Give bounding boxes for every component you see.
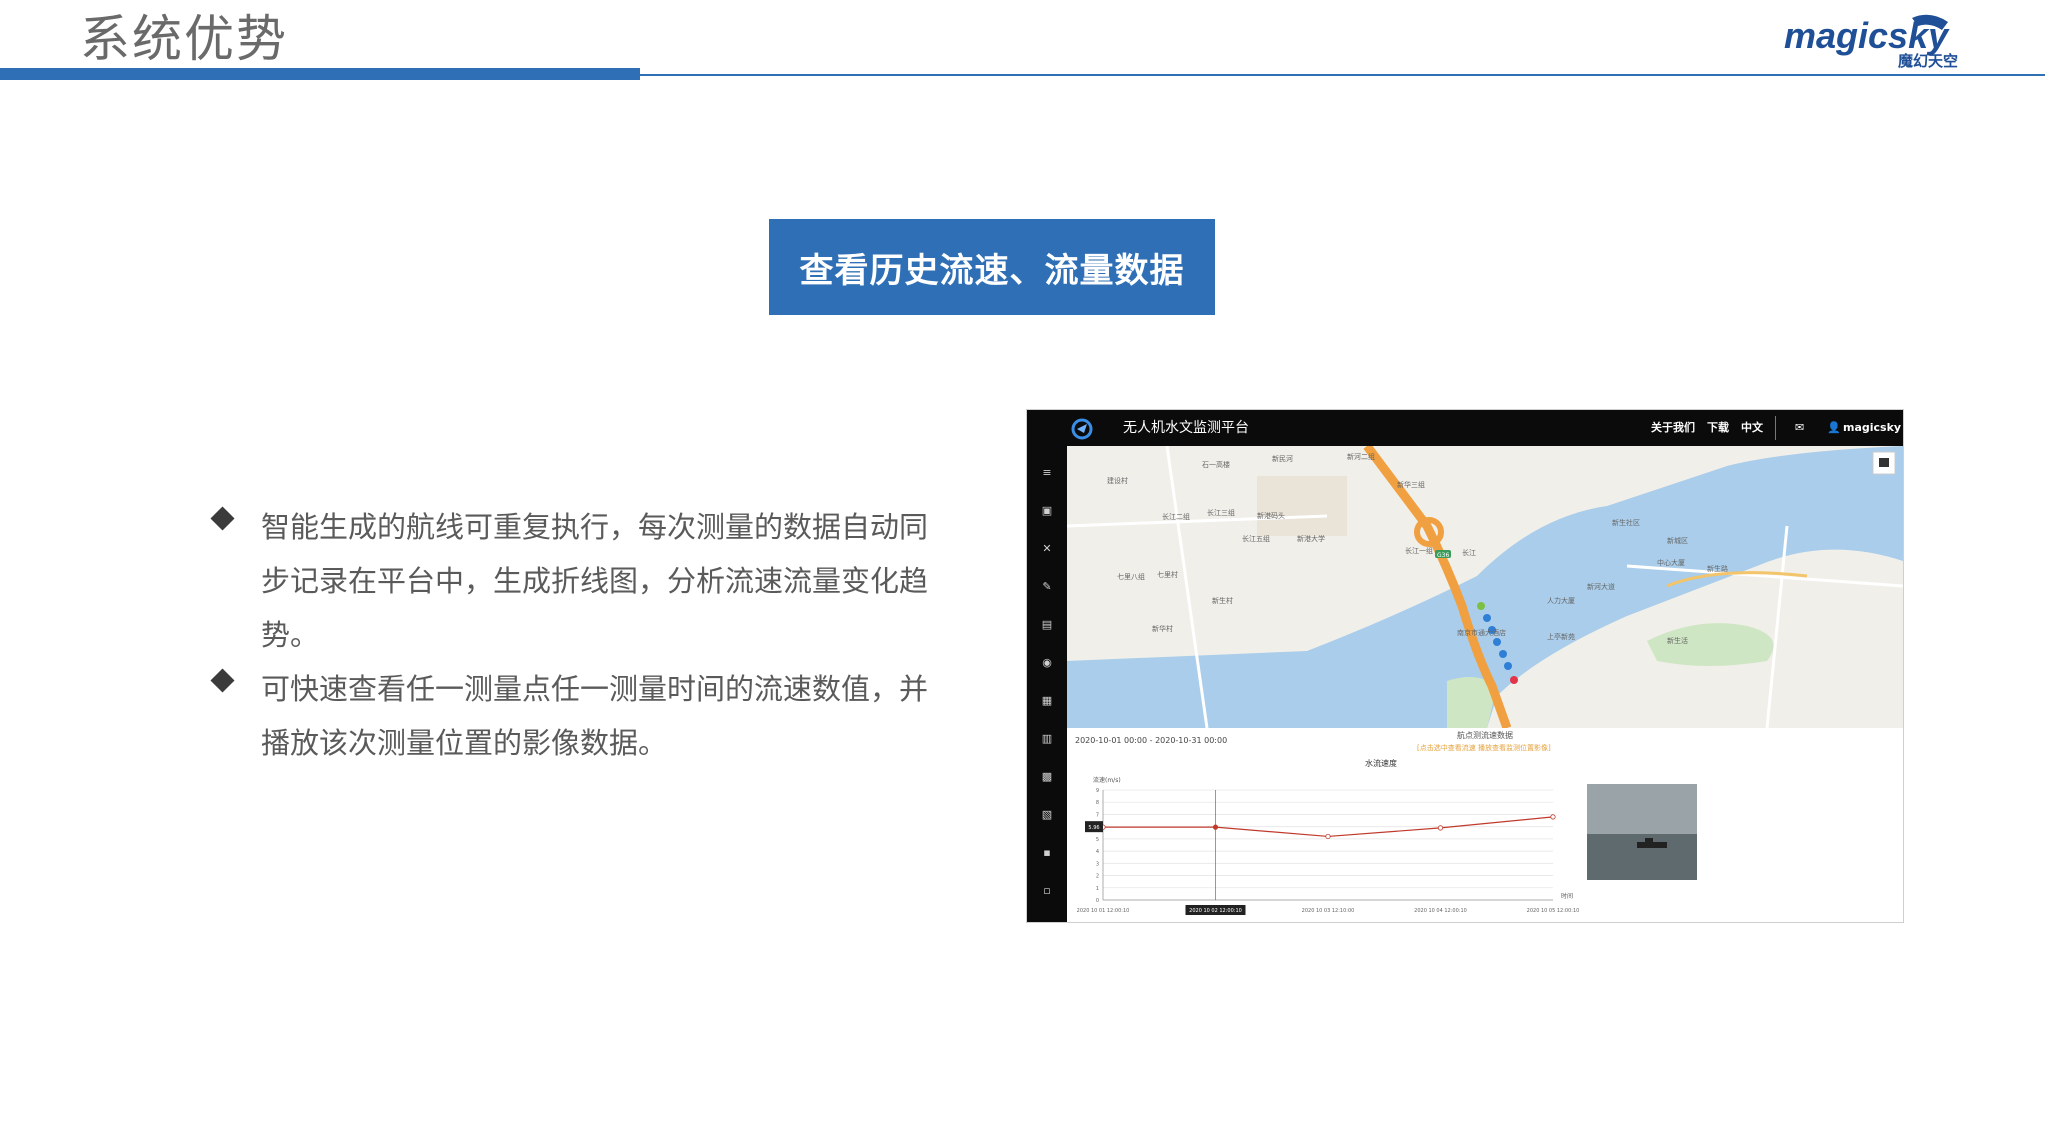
app-logo-icon[interactable] <box>1071 418 1093 440</box>
map-place-label: 新河大道 <box>1587 583 1615 591</box>
route-icon[interactable]: ✎ <box>1039 580 1055 594</box>
y-tick-label: 2 <box>1096 874 1099 880</box>
diamond-bullet-icon <box>210 668 235 693</box>
y-tick-label: 9 <box>1096 788 1099 794</box>
inbox-icon[interactable]: ▫ <box>1039 884 1055 898</box>
user-icon[interactable]: 👤 <box>1827 420 1841 436</box>
bullet-item: 可快速查看任一测量点任一测量时间的流速数值，并播放该次测量位置的影像数据。 <box>210 662 954 770</box>
image-icon[interactable]: ▩ <box>1039 770 1055 784</box>
date-range-picker[interactable]: 2020-10-01 00:00 - 2020-10-31 00:00 <box>1075 736 1227 745</box>
flow-speed-chart[interactable]: 流速(m/s)0123456789时间2020 10 01 12:00:1020… <box>1067 766 1587 918</box>
app-sidebar: ≡ ▣ ✕ ✎ ▤ ◉ ▦ ▥ ▩ ▧ ▪ ▫ <box>1027 446 1067 922</box>
nav-download-link[interactable]: 下载 <box>1707 420 1729 436</box>
diamond-bullet-icon <box>210 506 235 531</box>
map-place-label: 新华三组 <box>1397 481 1425 489</box>
feature-title-box: 查看历史流速、流量数据 <box>769 219 1215 315</box>
y-tick-label: 8 <box>1096 800 1099 806</box>
map-place-label: 建设村 <box>1107 477 1128 485</box>
data-point <box>1212 824 1219 830</box>
camera-icon[interactable]: ▣ <box>1039 504 1055 518</box>
app-title: 无人机水文监测平台 <box>1123 420 1249 436</box>
map-place-label: 石一高楼 <box>1202 461 1230 469</box>
y-tick-label: 3 <box>1096 861 1099 867</box>
y-tick-label: 4 <box>1096 849 1099 855</box>
nav-about-link[interactable]: 关于我们 <box>1651 420 1695 436</box>
x-tick-label: 2020 10 03 12:10:00 <box>1302 908 1355 914</box>
map-place-label: 新生路 <box>1707 565 1728 573</box>
map-canvas: G36 <box>1067 446 1903 728</box>
x-tick-label: 2020 10 01 12:00:10 <box>1077 908 1130 914</box>
header-divider <box>640 74 2045 76</box>
map-place-label: 南京市通大酒店 <box>1457 629 1506 637</box>
y-axis-label: 流速(m/s) <box>1093 776 1121 784</box>
map-place-label: 长江二组 <box>1162 513 1190 521</box>
map-place-label: 新港码头 <box>1257 512 1285 520</box>
map-place-label: 新生村 <box>1212 597 1233 605</box>
map-place-label: 七里八组 <box>1117 573 1145 581</box>
clipboard-icon[interactable]: ▦ <box>1039 694 1055 708</box>
map-place-label: 长江五组 <box>1242 535 1270 543</box>
road-label: G36 <box>1437 552 1449 559</box>
map-place-label: 长江一组 <box>1405 547 1433 555</box>
map-place-label: 长江三组 <box>1207 509 1235 517</box>
y-tick-label: 1 <box>1096 886 1099 892</box>
data-point <box>1550 814 1556 820</box>
map-place-label: 人力大厦 <box>1547 597 1575 605</box>
map-place-label: 新河二组 <box>1347 453 1375 461</box>
video-thumbnail[interactable] <box>1587 784 1697 880</box>
chat-icon[interactable]: ▪ <box>1039 846 1055 860</box>
document-icon[interactable]: ▧ <box>1039 808 1055 822</box>
drone-icon[interactable]: ✕ <box>1039 542 1055 556</box>
map-place-label: 新生社区 <box>1612 519 1640 527</box>
panel-subtitle: [点击选中查看流速 播放查看监测位置影像] <box>1417 744 1551 752</box>
selected-x-label: 2020 10 02 12:00:10 <box>1189 908 1242 914</box>
logo-cn-text: 魔幻天空 <box>1898 52 1958 70</box>
panel-title: 航点测流速数据 <box>1457 731 1513 740</box>
value-badge: 5.96 <box>1088 825 1099 831</box>
nav-divider <box>1775 416 1776 440</box>
bullet-item: 智能生成的航线可重复执行，每次测量的数据自动同步记录在平台中，生成折线图，分析流… <box>210 500 954 662</box>
map-place-label: 新港大学 <box>1297 535 1325 543</box>
page-title: 系统优势 <box>80 10 288 68</box>
chart-icon[interactable]: ▥ <box>1039 732 1055 746</box>
mail-icon[interactable]: ✉ <box>1795 420 1804 436</box>
map-place-label: 新城区 <box>1667 537 1688 545</box>
map-place-label: 新民河 <box>1272 455 1293 463</box>
menu-icon[interactable]: ≡ <box>1039 466 1055 480</box>
x-tick-label: 2020 10 05 12:00:10 <box>1527 908 1580 914</box>
y-tick-label: 0 <box>1096 898 1099 904</box>
app-screenshot: 无人机水文监测平台 关于我们 下载 中文 ✉ 👤 magicsky ≡ ▣ ✕ ✎ ▤ ◉… <box>1026 409 1904 923</box>
list-icon[interactable]: ▤ <box>1039 618 1055 632</box>
map-place-label: 中心大厦 <box>1657 559 1685 567</box>
map-place-label: 上亭新苑 <box>1547 633 1575 641</box>
bullet-text: 智能生成的航线可重复执行，每次测量的数据自动同步记录在平台中，生成折线图，分析流… <box>261 510 929 652</box>
x-axis-label: 时间 <box>1561 892 1573 900</box>
map-place-label: 新华村 <box>1152 625 1173 633</box>
magicsky-logo: magicsky 魔幻天空 <box>1784 14 1958 70</box>
data-point <box>1437 825 1444 831</box>
x-tick-label: 2020 10 04 12:00:10 <box>1414 908 1467 914</box>
y-tick-label: 7 <box>1096 812 1099 818</box>
app-topbar: 无人机水文监测平台 关于我们 下载 中文 ✉ 👤 magicsky <box>1027 410 1903 446</box>
map-view[interactable]: G36 石一高楼 新民河 新河二组建设村长江二组 长江三组 新港码头长江五组 新港大学长江… <box>1067 446 1903 728</box>
header-accent-bar <box>0 68 640 80</box>
map-place-label: 新生活 <box>1667 637 1688 645</box>
location-icon[interactable]: ◉ <box>1039 656 1055 670</box>
data-point <box>1325 833 1331 840</box>
map-place-label: 七里村 <box>1157 571 1178 579</box>
map-place-label: 长江 <box>1462 549 1476 557</box>
bullet-text: 可快速查看任一测量点任一测量时间的流速数值，并播放该次测量位置的影像数据。 <box>261 672 929 760</box>
nav-language-link[interactable]: 中文 <box>1741 420 1763 436</box>
username-label[interactable]: magicsky <box>1843 420 1901 436</box>
chart-panel: 2020-10-01 00:00 - 2020-10-31 00:00 航点测流… <box>1067 728 1903 922</box>
y-tick-label: 5 <box>1096 837 1099 843</box>
